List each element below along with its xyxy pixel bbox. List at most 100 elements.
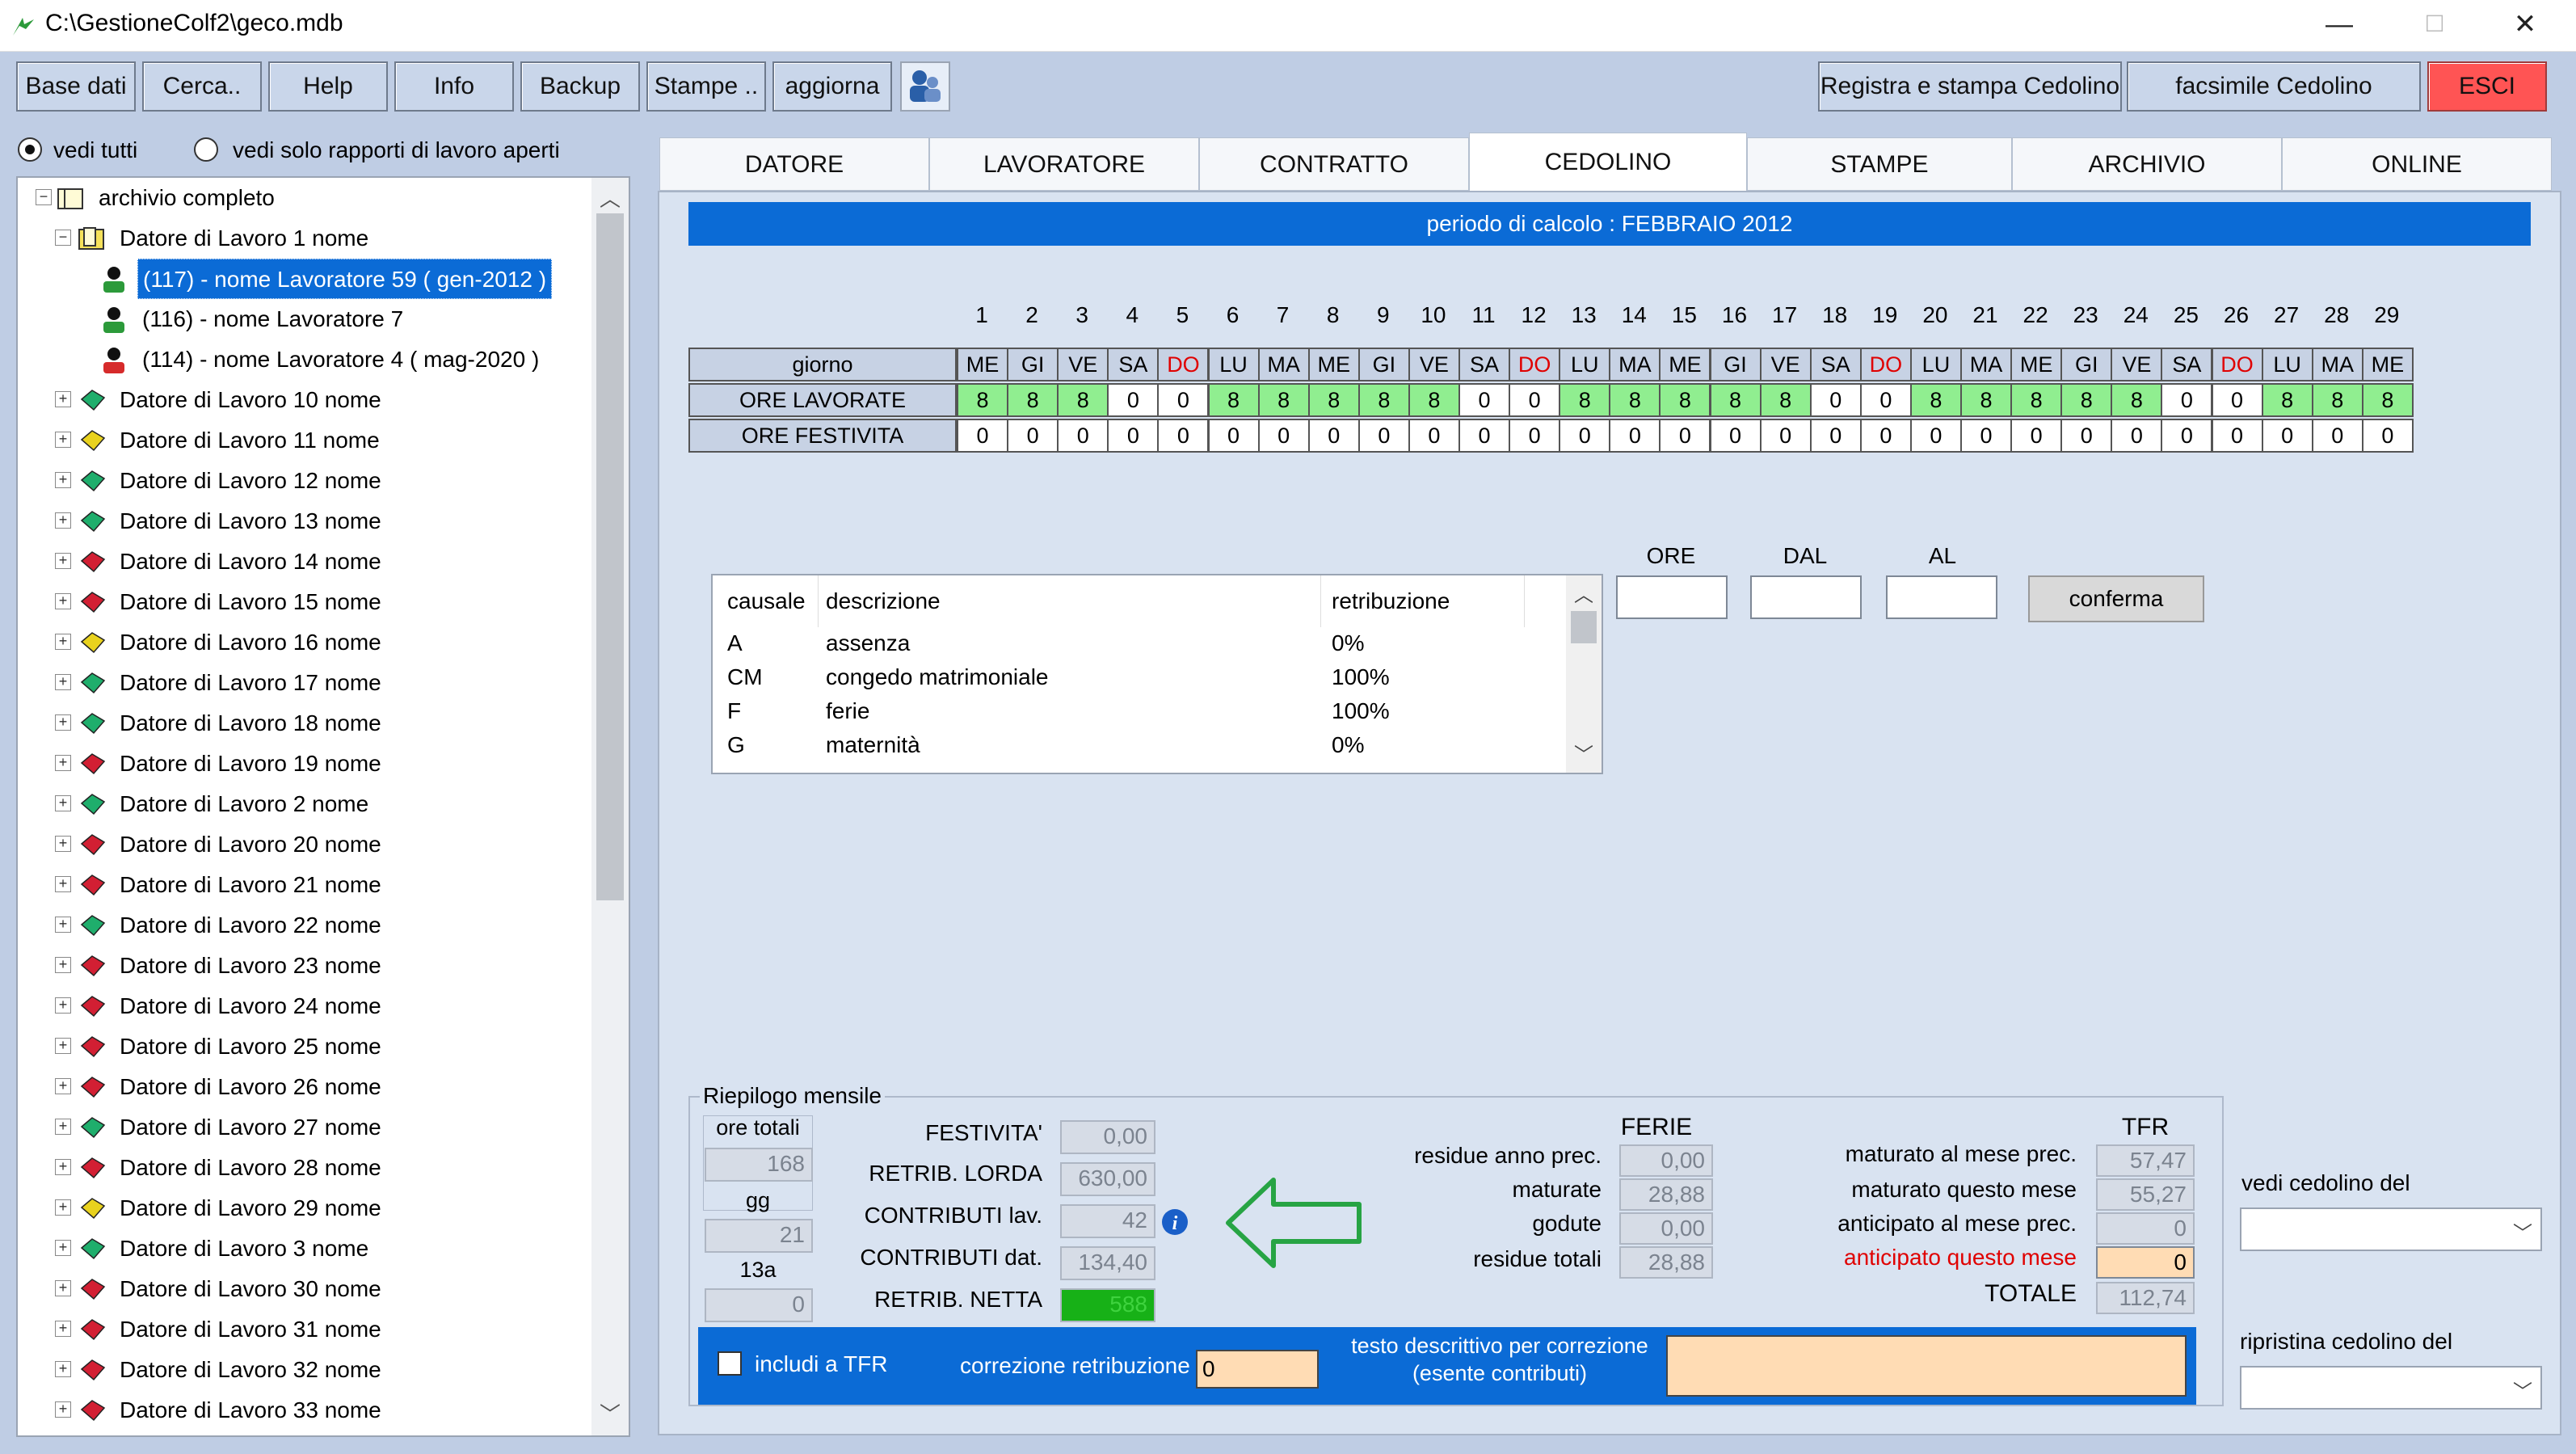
ore-lavorate-cell[interactable]: 8 (1207, 383, 1260, 417)
tree-employer-label[interactable]: Datore di Lavoro 24 nome (120, 986, 381, 1026)
ore-festivita-cell[interactable]: 0 (2261, 419, 2313, 453)
tree-employer-label[interactable]: Datore di Lavoro 30 nome (120, 1269, 381, 1309)
tree-employer-label[interactable]: Datore di Lavoro 28 nome (120, 1148, 381, 1188)
ore-lavorate-cell[interactable]: 0 (2161, 383, 2213, 417)
causale-code[interactable]: F (727, 698, 741, 724)
expand-icon[interactable]: + (55, 1119, 71, 1135)
tab-online[interactable]: ONLINE (2282, 137, 2552, 191)
esci-button[interactable]: ESCI (2427, 61, 2547, 112)
ore-lavorate-cell[interactable]: 8 (1307, 383, 1360, 417)
ore-lavorate-cell[interactable]: 8 (1559, 383, 1611, 417)
archive-tree[interactable]: − archivio completo − Datore di Lavoro 1… (16, 176, 630, 1437)
collapse-icon[interactable]: − (55, 230, 71, 246)
ore-festivita-cell[interactable]: 0 (1107, 419, 1160, 453)
causale-retr[interactable]: 0% (1332, 732, 1364, 758)
tree-employer-label[interactable]: Datore di Lavoro 10 nome (120, 380, 381, 420)
dal-input[interactable] (1750, 575, 1862, 619)
expand-icon[interactable]: + (55, 836, 71, 852)
expand-icon[interactable]: + (55, 674, 71, 690)
tree-employer-label[interactable]: Datore di Lavoro 16 nome (120, 622, 381, 663)
ore-lavorate-cell[interactable]: 8 (1257, 383, 1310, 417)
causale-retr[interactable]: 100% (1332, 664, 1390, 690)
expand-icon[interactable]: + (55, 512, 71, 529)
ore-festivita-cell[interactable]: 0 (1859, 419, 1912, 453)
info-button[interactable]: Info (394, 61, 514, 112)
includi-tfr-checkbox[interactable] (718, 1351, 742, 1376)
tree-worker-selected[interactable]: (117) - nome Lavoratore 59 ( gen-2012 ) (137, 259, 553, 299)
ore-festivita-cell[interactable]: 0 (2060, 419, 2113, 453)
ore-festivita-cell[interactable]: 0 (1909, 419, 1962, 453)
expand-icon[interactable]: + (55, 1038, 71, 1054)
ore-festivita-cell[interactable]: 0 (2111, 419, 2163, 453)
tab-archivio[interactable]: ARCHIVIO (2012, 137, 2282, 191)
causale-desc[interactable]: maternità (826, 732, 920, 758)
aggiorna-button[interactable]: aggiorna (772, 61, 892, 112)
ore-lavorate-cell[interactable]: 8 (1357, 383, 1410, 417)
ore-festivita-cell[interactable]: 0 (1408, 419, 1460, 453)
causale-desc[interactable]: assenza (826, 630, 910, 656)
base-dati-button[interactable]: Base dati (16, 61, 136, 112)
correzione-input[interactable]: 0 (1196, 1350, 1319, 1389)
tree-employer-label[interactable]: Datore di Lavoro 11 nome (120, 420, 380, 461)
scroll-thumb[interactable] (1571, 611, 1597, 643)
ore-lavorate-cell[interactable]: 8 (1909, 383, 1962, 417)
expand-icon[interactable]: + (55, 1199, 71, 1216)
vedi-cedolino-select[interactable]: ﹀ (2240, 1207, 2542, 1251)
collapse-icon[interactable]: − (36, 189, 52, 205)
ore-lavorate-cell[interactable]: 8 (2261, 383, 2313, 417)
tree-employer-label[interactable]: Datore di Lavoro 17 nome (120, 663, 381, 703)
maximize-button[interactable]: ☐ (2398, 0, 2471, 52)
ore-input[interactable] (1616, 575, 1728, 619)
expand-icon[interactable]: + (55, 634, 71, 650)
expand-icon[interactable]: + (55, 1280, 71, 1296)
tree-employer-label[interactable]: Datore di Lavoro 27 nome (120, 1107, 381, 1148)
ore-festivita-cell[interactable]: 0 (1509, 419, 1561, 453)
tree-employer-label[interactable]: Datore di Lavoro 33 nome (120, 1390, 381, 1431)
tree-employer-label[interactable]: Datore di Lavoro 12 nome (120, 461, 381, 501)
ore-festivita-cell[interactable]: 0 (2361, 419, 2414, 453)
expand-icon[interactable]: + (55, 957, 71, 973)
ore-festivita-cell[interactable]: 0 (1307, 419, 1360, 453)
ore-festivita-cell[interactable]: 0 (2211, 419, 2263, 453)
users-button[interactable] (900, 61, 950, 112)
expand-icon[interactable]: + (55, 917, 71, 933)
ore-festivita-cell[interactable]: 0 (1759, 419, 1812, 453)
tree-employer-label[interactable]: Datore di Lavoro 21 nome (120, 865, 381, 905)
tree-employer-label[interactable]: Datore di Lavoro 3 nome (120, 1229, 368, 1269)
al-input[interactable] (1886, 575, 1997, 619)
ore-festivita-cell[interactable]: 0 (2161, 419, 2213, 453)
tree-employer-label[interactable]: Datore di Lavoro 13 nome (120, 501, 381, 542)
causale-desc[interactable]: congedo matrimoniale (826, 664, 1049, 690)
ore-lavorate-cell[interactable]: 0 (1509, 383, 1561, 417)
scroll-up-icon[interactable]: ︿ (1574, 579, 1593, 607)
expand-icon[interactable]: + (55, 593, 71, 609)
ore-lavorate-cell[interactable]: 8 (957, 383, 1009, 417)
ore-lavorate-cell[interactable]: 8 (2311, 383, 2363, 417)
scroll-up-icon[interactable]: ︿ (600, 183, 621, 213)
ore-festivita-cell[interactable]: 0 (1960, 419, 2013, 453)
tree-employer-label[interactable]: Datore di Lavoro 15 nome (120, 582, 381, 622)
facsimile-cedolino-button[interactable]: facsimile Cedolino (2127, 61, 2421, 112)
expand-icon[interactable]: + (55, 1078, 71, 1094)
scroll-thumb[interactable] (596, 213, 624, 900)
registra-stampa-cedolino-button[interactable]: Registra e stampa Cedolino (1818, 61, 2122, 112)
expand-icon[interactable]: + (55, 1361, 71, 1377)
close-button[interactable]: ✕ (2489, 0, 2561, 52)
expand-icon[interactable]: + (55, 795, 71, 811)
tab-lavoratore[interactable]: LAVORATORE (929, 137, 1199, 191)
expand-icon[interactable]: + (55, 755, 71, 771)
expand-icon[interactable]: + (55, 1401, 71, 1418)
ore-festivita-cell[interactable]: 0 (1057, 419, 1109, 453)
tree-employer-label[interactable]: Datore di Lavoro 1 nome (120, 218, 368, 259)
tree-employer-label[interactable]: Datore di Lavoro 22 nome (120, 905, 381, 946)
expand-icon[interactable]: + (55, 1159, 71, 1175)
tab-datore[interactable]: DATORE (659, 137, 929, 191)
tree-employer-label[interactable]: Datore di Lavoro 2 nome (120, 784, 368, 824)
ore-festivita-cell[interactable]: 0 (1007, 419, 1059, 453)
ore-festivita-cell[interactable]: 0 (1357, 419, 1410, 453)
conferma-button[interactable]: conferma (2028, 575, 2204, 622)
expand-icon[interactable]: + (55, 876, 71, 892)
expand-icon[interactable]: + (55, 432, 71, 448)
expand-icon[interactable]: + (55, 472, 71, 488)
ore-festivita-cell[interactable]: 0 (1458, 419, 1511, 453)
